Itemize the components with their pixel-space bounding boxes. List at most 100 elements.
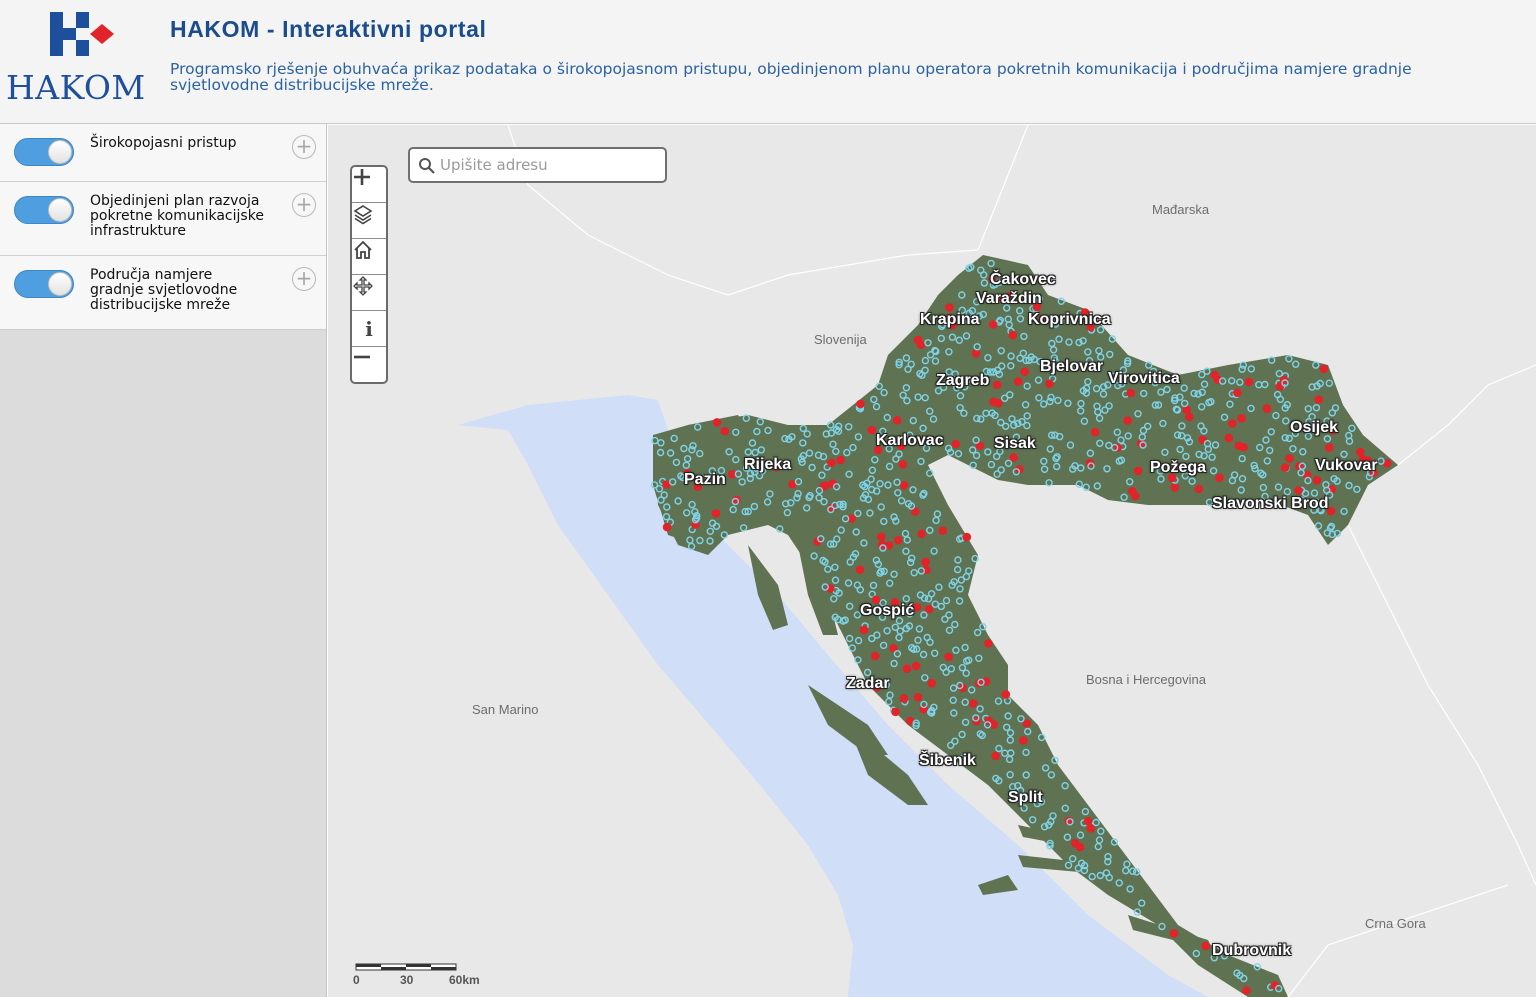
fiber-area-marker[interactable] <box>1285 454 1294 463</box>
fiber-area-marker[interactable] <box>1194 484 1204 494</box>
fiber-area-marker[interactable] <box>870 651 880 661</box>
fiber-area-marker[interactable] <box>1185 412 1194 422</box>
fiber-area-marker[interactable] <box>856 399 865 409</box>
fiber-area-marker[interactable] <box>1170 483 1180 492</box>
fiber-area-marker[interactable] <box>1090 427 1100 437</box>
fiber-area-marker[interactable] <box>1086 824 1096 833</box>
toggle-knob <box>48 198 72 222</box>
fiber-area-marker[interactable] <box>1128 486 1137 496</box>
fiber-area-marker[interactable] <box>1355 447 1365 457</box>
fiber-area-marker[interactable] <box>1280 463 1290 472</box>
fiber-area-marker[interactable] <box>944 652 953 662</box>
fiber-area-marker[interactable] <box>992 380 1002 390</box>
fiber-area-marker[interactable] <box>859 625 869 635</box>
expand-icon[interactable]: + <box>292 193 316 217</box>
map-view[interactable]: Mađarska Slovenija Bosna i Hercegovina S… <box>328 125 1536 997</box>
fiber-area-marker[interactable] <box>912 602 922 612</box>
layer-item-broadband: Širokopojasni pristup + <box>0 124 326 182</box>
layer-toggle-fiber-plan[interactable] <box>14 270 74 298</box>
fiber-area-marker[interactable] <box>1009 453 1019 462</box>
fiber-area-marker[interactable] <box>827 458 836 468</box>
fiber-area-marker[interactable] <box>938 526 948 536</box>
fiber-area-marker[interactable] <box>899 480 909 490</box>
fiber-area-marker[interactable] <box>732 495 741 505</box>
fiber-area-marker[interactable] <box>917 529 926 539</box>
fiber-area-marker[interactable] <box>913 693 923 702</box>
fiber-area-marker[interactable] <box>712 418 722 427</box>
fiber-area-marker[interactable] <box>1020 367 1030 376</box>
fiber-area-marker[interactable] <box>924 604 934 614</box>
fiber-area-marker[interactable] <box>971 348 981 358</box>
home-button[interactable] <box>352 239 386 275</box>
fiber-area-marker[interactable] <box>951 439 961 449</box>
fiber-area-marker[interactable] <box>1239 442 1248 452</box>
layers-button[interactable] <box>352 203 386 239</box>
fiber-area-marker[interactable] <box>893 535 903 545</box>
expand-icon[interactable]: + <box>292 267 316 291</box>
fiber-area-marker[interactable] <box>1083 816 1093 826</box>
hakom-logo[interactable]: HAKOM <box>6 10 145 110</box>
fiber-area-marker[interactable] <box>1224 433 1234 443</box>
fiber-area-marker[interactable] <box>988 320 998 329</box>
fiber-area-marker[interactable] <box>711 509 721 518</box>
fiber-area-marker[interactable] <box>867 425 877 435</box>
fiber-area-marker[interactable] <box>921 557 931 567</box>
zoom-out-button[interactable] <box>352 347 386 383</box>
fiber-area-marker[interactable] <box>1262 404 1272 413</box>
fiber-area-marker[interactable] <box>899 694 909 703</box>
zoom-in-button[interactable] <box>352 167 386 203</box>
fiber-area-marker[interactable] <box>1244 377 1254 387</box>
fiber-area-marker[interactable] <box>991 751 1000 761</box>
fiber-area-marker[interactable] <box>1169 929 1179 938</box>
fiber-area-marker[interactable] <box>855 565 865 575</box>
fiber-area-marker[interactable] <box>1022 719 1032 728</box>
fiber-area-marker[interactable] <box>891 707 900 717</box>
fiber-area-marker[interactable] <box>1126 388 1136 398</box>
fiber-area-marker[interactable] <box>902 664 912 674</box>
fiber-area-marker[interactable] <box>836 455 845 465</box>
address-search[interactable] <box>408 147 667 183</box>
fiber-area-marker[interactable] <box>962 532 972 542</box>
fiber-area-marker[interactable] <box>1182 405 1191 415</box>
fiber-area-marker[interactable] <box>1319 364 1329 374</box>
pan-button[interactable] <box>352 275 386 311</box>
fiber-area-marker[interactable] <box>662 522 672 532</box>
fiber-area-marker[interactable] <box>1019 736 1028 745</box>
fiber-area-marker[interactable] <box>720 426 730 436</box>
fiber-area-marker[interactable] <box>1201 941 1211 951</box>
fiber-area-marker[interactable] <box>1324 443 1334 452</box>
layer-label-mobile-plan: Objedinjeni plan razvoja pokretne komuni… <box>90 194 285 239</box>
fiber-area-marker[interactable] <box>1242 986 1251 995</box>
layer-toggle-mobile-plan[interactable] <box>14 196 74 224</box>
fiber-area-marker[interactable] <box>1312 475 1322 485</box>
fiber-area-marker[interactable] <box>892 415 902 425</box>
fiber-area-marker[interactable] <box>1237 413 1246 423</box>
info-button[interactable]: i <box>352 311 386 347</box>
fiber-area-marker[interactable] <box>1294 486 1303 495</box>
fiber-area-marker[interactable] <box>994 398 1003 408</box>
fiber-area-marker[interactable] <box>1045 379 1054 389</box>
fiber-area-marker[interactable] <box>911 661 921 671</box>
fiber-area-marker[interactable] <box>1233 388 1242 398</box>
fiber-area-marker[interactable] <box>913 335 923 345</box>
fiber-area-marker[interactable] <box>968 699 978 708</box>
fiber-area-marker[interactable] <box>1210 370 1220 380</box>
fiber-area-marker[interactable] <box>1014 377 1023 386</box>
address-search-input[interactable] <box>440 152 660 178</box>
fiber-area-marker[interactable] <box>1001 690 1011 699</box>
fiber-area-marker[interactable] <box>1215 473 1224 483</box>
fiber-area-marker[interactable] <box>1314 395 1324 404</box>
expand-icon[interactable]: + <box>292 135 316 159</box>
map-canvas[interactable] <box>328 125 1536 997</box>
fiber-area-marker[interactable] <box>1123 416 1133 425</box>
fiber-area-marker[interactable] <box>1228 419 1237 428</box>
fiber-area-marker[interactable] <box>1133 466 1143 476</box>
fiber-area-marker[interactable] <box>927 678 937 688</box>
fiber-area-marker[interactable] <box>898 460 908 469</box>
fiber-area-marker[interactable] <box>876 532 886 542</box>
layer-toggle-broadband[interactable] <box>14 138 74 166</box>
fiber-area-marker[interactable] <box>1070 839 1080 848</box>
fiber-area-marker[interactable] <box>984 639 993 648</box>
fiber-area-marker[interactable] <box>1008 330 1018 340</box>
layer-item-fiber-plan: Područja namjere gradnje svjetlovodne di… <box>0 256 326 330</box>
